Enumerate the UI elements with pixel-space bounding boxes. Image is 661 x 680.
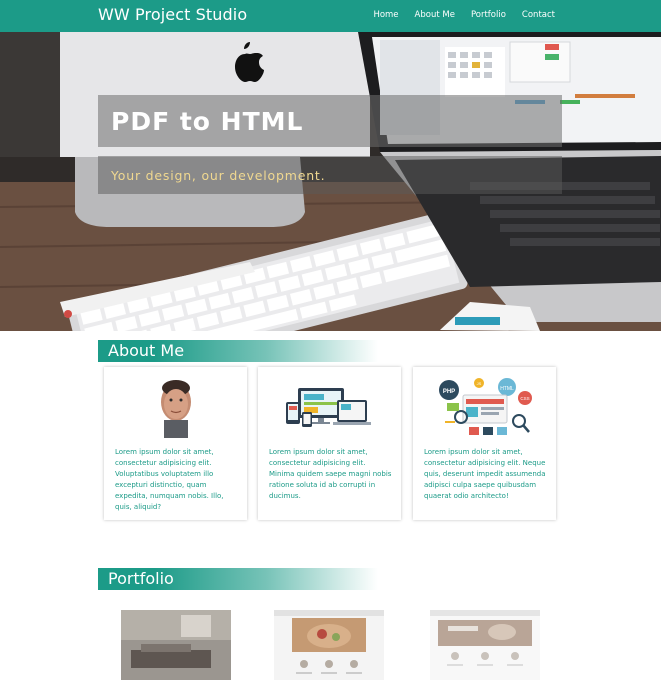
portfolio-item-2[interactable] (274, 610, 384, 680)
responsive-devices-icon (258, 375, 401, 441)
hero-subtitle: Your design, our development. (111, 168, 326, 183)
portfolio-heading: Portfolio (108, 569, 174, 588)
hero-subtitle-box: Your design, our development. (98, 156, 562, 194)
hero-title: PDF to HTML (111, 107, 304, 136)
about-card-text: Lorem ipsum dolor sit amet, consectetur … (269, 448, 392, 500)
svg-text:CSS: CSS (520, 396, 529, 401)
about-card-3: PHP HTML CSS JS Lorem ipsum dolor sit am… (413, 367, 556, 520)
about-card-1: Lorem ipsum dolor sit amet, consectetur … (104, 367, 247, 520)
nav-link-home[interactable]: Home (373, 10, 398, 20)
nav-link-contact[interactable]: Contact (522, 10, 555, 20)
brand-logo[interactable]: WW Project Studio (98, 5, 247, 24)
hero-banner: PDF to HTML Your design, our development… (0, 32, 661, 331)
svg-text:PHP: PHP (442, 389, 454, 395)
about-heading-bar: About Me (98, 340, 378, 362)
about-card-text: Lorem ipsum dolor sit amet, consectetur … (424, 448, 546, 500)
portfolio-heading-bar: Portfolio (98, 568, 378, 590)
about-heading: About Me (108, 341, 185, 360)
nav-link-about[interactable]: About Me (415, 10, 455, 20)
about-card-text: Lorem ipsum dolor sit amet, consectetur … (115, 448, 224, 511)
navbar: WW Project Studio Home About Me Portfoli… (0, 0, 661, 32)
portfolio-item-1[interactable] (121, 610, 231, 680)
web-technologies-icon: PHP HTML CSS JS (413, 375, 556, 441)
nav-menu: Home About Me Portfolio Contact (357, 10, 555, 20)
portfolio-item-3[interactable] (430, 610, 540, 680)
portrait-photo (104, 375, 247, 441)
about-card-2: Lorem ipsum dolor sit amet, consectetur … (258, 367, 401, 520)
svg-text:HTML: HTML (500, 386, 514, 392)
svg-text:JS: JS (476, 381, 481, 386)
hero-title-box: PDF to HTML (98, 95, 562, 147)
nav-link-portfolio[interactable]: Portfolio (471, 10, 506, 20)
